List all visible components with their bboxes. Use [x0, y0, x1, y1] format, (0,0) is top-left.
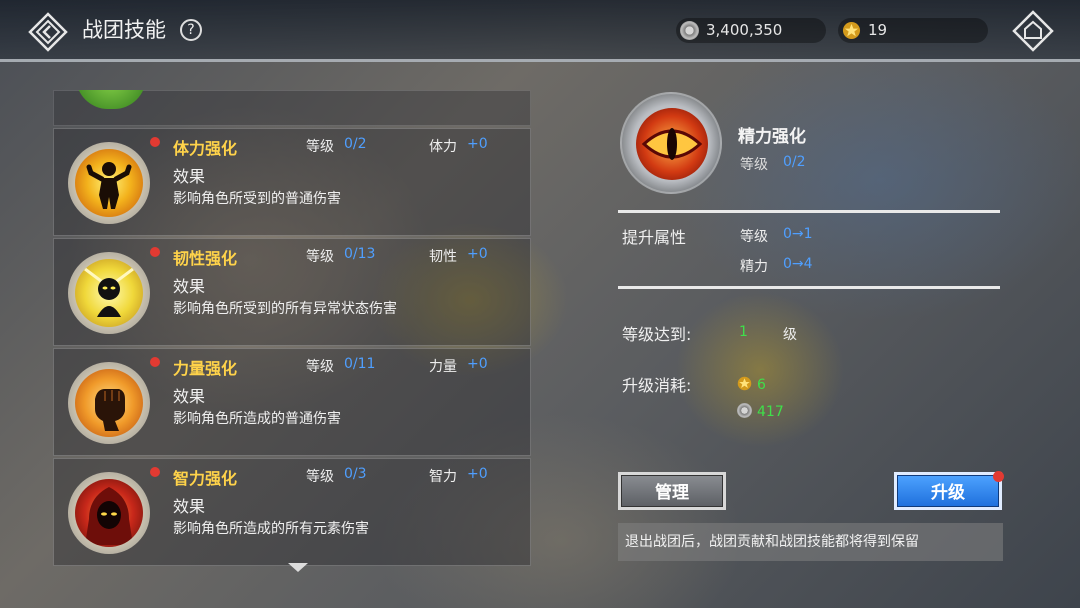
partial-skill-icon	[76, 90, 146, 109]
cost-star-row: 6	[737, 376, 766, 394]
star-medal-icon	[842, 21, 861, 40]
skill-name: 韧性强化	[173, 249, 238, 268]
level-requirement-label: 等级达到:	[622, 325, 692, 344]
skill-description: 影响角色所造成的所有元素伤害	[173, 521, 369, 537]
back-icon[interactable]	[28, 12, 68, 52]
new-badge	[150, 247, 160, 257]
divider	[618, 210, 1000, 213]
home-icon[interactable]	[1012, 10, 1054, 52]
coin-amount: 3,400,350	[706, 21, 783, 39]
effect-label: 效果	[173, 167, 206, 186]
skill-description: 影响角色所造成的普通伤害	[173, 411, 341, 427]
skill-list[interactable]: 体力强化 等级 0/2 体力 +0 效果 影响角色所受到的普通伤害 韧性强化 等…	[53, 90, 531, 568]
level-requirement-unit: 级	[783, 327, 797, 343]
dragon-eye-icon	[636, 108, 708, 180]
attribute-value: +0	[467, 136, 488, 152]
coin-counter: 3,400,350	[676, 18, 826, 43]
divider	[618, 286, 1000, 289]
page-title: 战团技能	[82, 18, 166, 42]
strength-figure-icon	[75, 149, 143, 217]
coin-icon	[680, 21, 699, 40]
attribute-label: 韧性	[429, 249, 457, 265]
cost-coin-row: 417	[737, 403, 784, 421]
attribute-label: 体力	[429, 139, 457, 155]
attr-row-value: 0→1	[783, 226, 813, 242]
attr-row-label: 等级	[740, 229, 768, 245]
attribute-label: 智力	[429, 469, 457, 485]
list-item-skill-intellect[interactable]: 智力强化 等级 0/3 智力 +0 效果 影响角色所造成的所有元素伤害	[53, 458, 531, 566]
manage-button[interactable]: 管理	[618, 472, 726, 510]
top-bar: 战团技能 ? 3,400,350 19	[0, 0, 1080, 62]
upgrade-button[interactable]: 升级	[894, 471, 1004, 510]
attribute-value: +0	[467, 356, 488, 372]
level-label: 等级	[306, 359, 334, 375]
skill-icon-frame	[68, 472, 150, 554]
list-item-partial[interactable]	[53, 90, 531, 126]
skill-icon-frame	[68, 362, 150, 444]
new-badge	[150, 357, 160, 367]
hooded-mage-icon	[75, 479, 143, 547]
attribute-value: +0	[467, 246, 488, 262]
level-label: 等级	[306, 249, 334, 265]
new-badge	[150, 467, 160, 477]
cost-coin-value: 417	[757, 404, 784, 420]
attr-row-value: 0→4	[783, 256, 813, 272]
level-value: 0/3	[344, 466, 367, 482]
star-medal-icon	[737, 376, 752, 391]
selected-level-label: 等级	[740, 157, 768, 173]
list-item-skill-power[interactable]: 力量强化 等级 0/11 力量 +0 效果 影响角色所造成的普通伤害	[53, 348, 531, 456]
star-amount: 19	[868, 21, 888, 39]
attribute-value: +0	[467, 466, 488, 482]
level-value: 0/2	[344, 136, 367, 152]
star-counter: 19	[838, 18, 988, 43]
help-icon[interactable]: ?	[180, 19, 202, 41]
skill-name: 力量强化	[173, 359, 238, 378]
attr-row-label: 精力	[740, 259, 768, 275]
effect-label: 效果	[173, 387, 206, 406]
attribute-label: 力量	[429, 359, 457, 375]
selected-level-value: 0/2	[783, 154, 806, 170]
scroll-down-icon[interactable]	[288, 563, 308, 572]
skill-description: 影响角色所受到的所有异常状态伤害	[173, 301, 397, 317]
level-value: 0/11	[344, 356, 376, 372]
list-item-skill-toughness[interactable]: 韧性强化 等级 0/13 韧性 +0 效果 影响角色所受到的所有异常状态伤害	[53, 238, 531, 346]
skill-name: 体力强化	[173, 139, 238, 158]
level-value: 0/13	[344, 246, 376, 262]
toughness-figure-icon	[75, 259, 143, 327]
effect-label: 效果	[173, 497, 206, 516]
list-item-skill-stamina[interactable]: 体力强化 等级 0/2 体力 +0 效果 影响角色所受到的普通伤害	[53, 128, 531, 236]
selected-skill-name: 精力强化	[738, 127, 806, 147]
skill-icon-frame	[68, 252, 150, 334]
upgrade-attributes-heading: 提升属性	[622, 228, 687, 247]
level-requirement-value: 1	[739, 324, 748, 340]
level-label: 等级	[306, 139, 334, 155]
skill-name: 智力强化	[173, 469, 238, 488]
skill-icon-frame	[68, 142, 150, 224]
new-badge	[150, 137, 160, 147]
new-badge	[993, 471, 1004, 482]
notice-text: 退出战团后，战团贡献和战团技能都将得到保留	[618, 523, 1003, 561]
cost-star-value: 6	[757, 377, 766, 393]
coin-icon	[737, 403, 752, 418]
level-label: 等级	[306, 469, 334, 485]
fist-icon	[75, 369, 143, 437]
upgrade-button-label: 升级	[931, 483, 965, 503]
skill-description: 影响角色所受到的普通伤害	[173, 191, 341, 207]
effect-label: 效果	[173, 277, 206, 296]
upgrade-cost-label: 升级消耗:	[622, 376, 692, 395]
selected-skill-icon-frame	[620, 92, 722, 194]
